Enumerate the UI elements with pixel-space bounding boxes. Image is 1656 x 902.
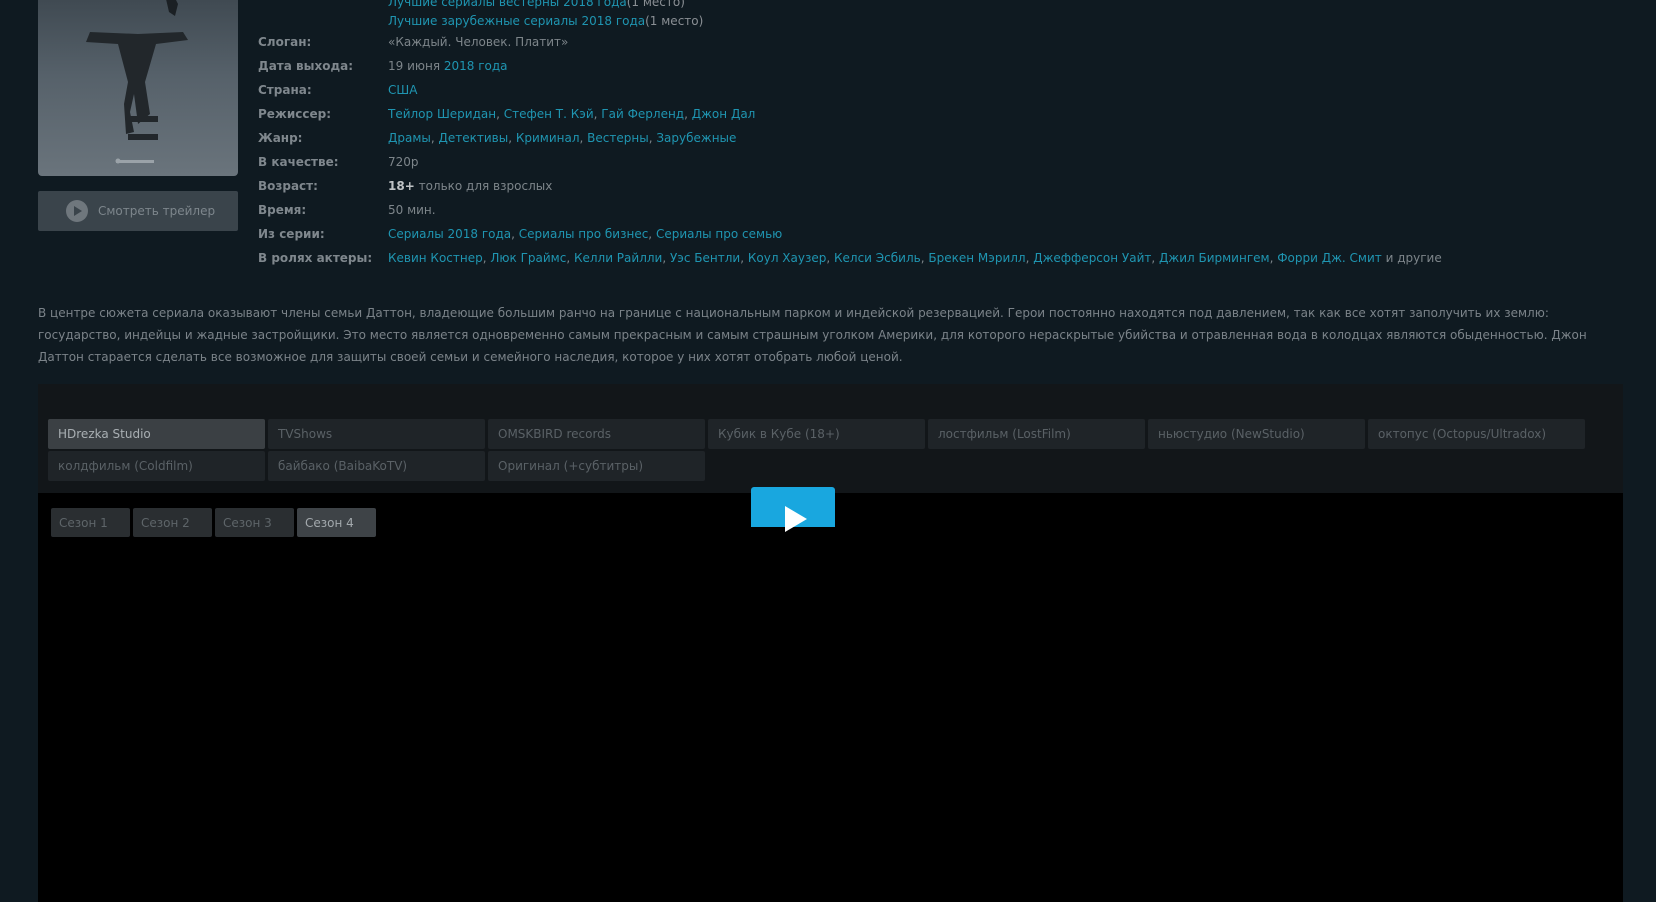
genre-links: Драмы, Детективы, Криминал, Вестерны, За… [388,131,736,145]
slogan-label: Слоган: [258,35,312,49]
quality-label: В качестве: [258,155,339,169]
description-text: В центре сюжета сериала оказывают члены … [38,306,1587,364]
translator-item[interactable]: колдфильм (Coldfilm) [48,451,265,481]
actors-label: В ролях актеры: [258,251,373,265]
award-row: Лучшие зарубежные сериалы 2018 года (1 м… [258,11,1442,30]
watch-trailer-button[interactable]: Смотреть трейлер [38,191,238,231]
info-link[interactable]: Сериалы про семью [656,227,782,241]
play-icon [785,506,807,532]
link-separator: , [508,131,516,145]
series-row: Из серии: Сериалы 2018 года, Сериалы про… [258,222,1442,246]
translator-item[interactable]: HDrezka Studio [48,419,265,449]
country-row: Страна: США [258,78,1442,102]
genre-row: Жанр: Драмы, Детективы, Криминал, Вестер… [258,126,1442,150]
link-separator: , [511,227,519,241]
quality-value: 720p [388,155,419,169]
info-link[interactable]: Гай Ферленд [601,107,684,121]
release-row: Дата выхода: 19 июня 2018 года [258,54,1442,78]
season-tab[interactable]: Сезон 2 [133,508,212,537]
translator-item[interactable]: Кубик в Кубе (18+) [708,419,925,449]
series-label: Из серии: [258,227,325,241]
link-separator: , [1151,251,1160,265]
award-link[interactable]: Лучшие зарубежные сериалы 2018 года [388,14,645,28]
info-link[interactable]: Джил Бирмингем [1159,251,1270,265]
time-value: 50 мин. [388,203,436,217]
season-tab[interactable]: Сезон 1 [51,508,130,537]
info-link[interactable]: Криминал [516,131,580,145]
translator-list: HDrezka Studio TVShows OMSKBIRD records Куб… [38,384,1623,493]
info-link[interactable]: Коул Хаузер [748,251,827,265]
actors-row: В ролях актеры: Кевин Костнер, Люк Грайм… [258,246,1442,270]
info-link[interactable]: Тейлор Шеридан [388,107,496,121]
award-place: (1 место) [645,13,704,28]
quality-row: В качестве: 720p [258,150,1442,174]
info-link[interactable]: Сериалы про бизнес [519,227,649,241]
link-separator: , [430,131,439,145]
award-row: Лучшие сериалы вестерны 2018 года (1 мес… [258,0,1442,11]
info-link[interactable]: Люк Граймс [490,251,566,265]
age-note: только для взрослых [414,179,553,193]
link-separator: , [826,251,835,265]
actors-suffix: и другие [1381,251,1442,265]
info-link[interactable]: Вестерны [587,131,649,145]
series-links: Сериалы 2018 года, Сериалы про бизнес, С… [388,227,782,241]
link-separator: , [566,251,574,265]
link-separator: , [684,107,692,121]
info-link[interactable]: Джефферсон Уайт [1033,251,1151,265]
release-date: 19 июня [388,59,444,73]
translator-item[interactable]: OMSKBIRD records [488,419,705,449]
info-link[interactable]: Стефен Т. Кэй [504,107,594,121]
link-separator: , [496,107,504,121]
link-separator: , [662,251,670,265]
poster-image[interactable] [38,0,238,176]
info-link[interactable]: Джон Дал [692,107,756,121]
info-link[interactable]: Драмы [388,131,431,145]
translator-item[interactable]: октопус (Octopus/Ultradox) [1368,419,1585,449]
play-circle-icon [66,200,88,222]
country-link[interactable]: США [388,83,417,97]
info-link[interactable]: Детективы [439,131,509,145]
link-separator: , [648,227,656,241]
award-place: (1 место) [626,0,685,9]
info-link[interactable]: Келли Райлли [574,251,662,265]
age-label: Возраст: [258,179,318,193]
time-row: Время: 50 мин. [258,198,1442,222]
slogan-row: Слоган: «Каждый. Человек. Платит» [258,30,1442,54]
age-rating: 18+ [388,179,415,193]
season-tab[interactable]: Сезон 3 [215,508,294,537]
info-link[interactable]: Кевин Костнер [388,251,483,265]
info-link[interactable]: Брекен Мэрилл [928,251,1025,265]
info-link[interactable]: Уэс Бентли [670,251,740,265]
link-separator: , [740,251,748,265]
trailer-label: Смотреть трейлер [98,204,216,218]
age-row: Возраст: 18+ только для взрослых [258,174,1442,198]
info-link[interactable]: Сериалы 2018 года [388,227,511,241]
play-button[interactable] [751,487,835,532]
info-link[interactable]: Келси Эсбиль [834,251,921,265]
info-link[interactable]: Зарубежные [656,131,736,145]
translator-item[interactable]: Оригинал (+субтитры) [488,451,705,481]
release-label: Дата выхода: [258,59,354,73]
translator-item[interactable]: лостфильм (LostFilm) [928,419,1145,449]
translator-item[interactable]: ньюстудио (NewStudio) [1148,419,1365,449]
award-link[interactable]: Лучшие сериалы вестерны 2018 года [388,0,627,9]
translator-item[interactable]: байбако (BaibaKoTV) [268,451,485,481]
director-links: Тейлор Шеридан, Стефен Т. Кэй, Гай Ферле… [388,107,755,121]
genre-label: Жанр: [258,131,303,145]
time-label: Время: [258,203,307,217]
director-label: Режиссер: [258,107,332,121]
actors-links: Кевин Костнер, Люк Граймс, Келли Райлли,… [388,251,1382,265]
movie-info-table: Лучшие сериалы вестерны 2018 года (1 мес… [258,0,1442,270]
yellowstone-logo-icon [86,0,188,164]
info-link[interactable]: Форри Дж. Смит [1277,251,1382,265]
slogan-value: «Каждый. Человек. Платит» [388,35,569,49]
translator-item[interactable]: TVShows [268,419,485,449]
release-year-link[interactable]: 2018 года [444,59,508,73]
director-row: Режиссер: Тейлор Шеридан, Стефен Т. Кэй,… [258,102,1442,126]
video-player[interactable]: HDrezka Studio TVShows OMSKBIRD records Куб… [38,384,1623,902]
country-label: Страна: [258,83,312,97]
season-tab[interactable]: Сезон 4 [297,508,376,537]
